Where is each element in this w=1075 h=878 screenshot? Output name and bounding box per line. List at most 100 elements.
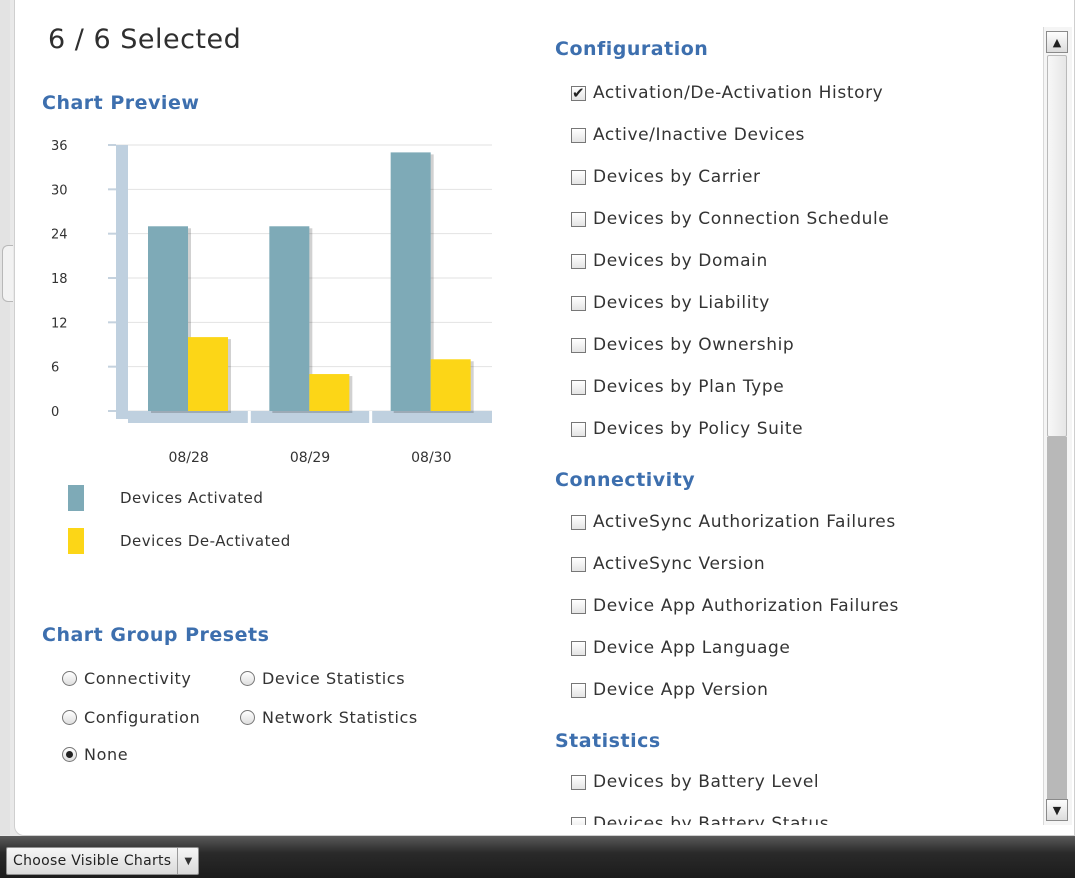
bar-devices-activated — [390, 152, 431, 411]
radio-circle — [62, 710, 77, 725]
y-tick-label: 12 — [51, 316, 68, 331]
preset-radio-configuration[interactable]: Configuration — [62, 708, 200, 727]
y-tick-label: 6 — [51, 361, 59, 376]
checkbox-label: Devices by Carrier — [593, 167, 761, 187]
checkbox — [571, 598, 586, 614]
chart-checkbox-list[interactable]: Configuration ✔ Activation/De-Activation… — [540, 30, 1040, 825]
choose-visible-charts-button[interactable]: Choose Visible Charts ▼ — [6, 847, 200, 875]
checkbox-label: Activation/De-Activation History — [593, 83, 884, 103]
checkbox — [571, 379, 586, 395]
radio-label: Device Statistics — [262, 669, 406, 688]
checkbox-devices-by-domain[interactable]: Devices by Domain — [571, 251, 768, 271]
collapse-handle[interactable] — [2, 245, 13, 302]
checkbox — [571, 253, 586, 269]
checkbox-device-app-version[interactable]: Device App Version — [571, 680, 768, 700]
checkbox-activation-history[interactable]: ✔ Activation/De-Activation History — [571, 83, 883, 103]
checkbox — [571, 169, 586, 185]
checkbox-devices-by-battery-level[interactable]: Devices by Battery Level — [571, 772, 819, 792]
bar-devices-deactivated — [430, 359, 471, 411]
scrollbar-track[interactable] — [1047, 437, 1067, 799]
group-heading-statistics: Statistics — [555, 730, 661, 752]
checkbox-activesync-version[interactable]: ActiveSync Version — [571, 554, 765, 574]
checkbox-checked: ✔ — [571, 83, 586, 102]
radio-circle — [240, 671, 255, 686]
checkbox-devices-by-plan-type[interactable]: Devices by Plan Type — [571, 377, 784, 397]
bar-devices-activated — [269, 226, 310, 411]
x-tick-label: 08/28 — [168, 450, 208, 466]
checkbox-label: Devices by Plan Type — [593, 377, 785, 397]
checkbox-devices-by-liability[interactable]: Devices by Liability — [571, 293, 770, 313]
checkbox-label: Devices by Battery Level — [593, 772, 820, 792]
scroll-up-button[interactable]: ▲ — [1046, 31, 1068, 53]
preset-radio-device-statistics[interactable]: Device Statistics — [240, 669, 405, 688]
checkbox-active-inactive-devices[interactable]: Active/Inactive Devices — [571, 125, 805, 145]
radio-label: None — [84, 745, 129, 764]
checkbox-devices-by-ownership[interactable]: Devices by Ownership — [571, 335, 794, 355]
checkbox-devices-by-policy-suite[interactable]: Devices by Policy Suite — [571, 419, 803, 439]
checkbox-label: Devices by Battery Status — [593, 814, 830, 825]
checkbox — [571, 556, 586, 572]
radio-label: Configuration — [84, 708, 201, 727]
checkbox — [571, 421, 586, 437]
checkbox — [571, 682, 586, 698]
y-tick-label: 18 — [51, 272, 68, 287]
preset-radio-none[interactable]: None — [62, 745, 128, 764]
group-heading-connectivity: Connectivity — [555, 469, 696, 491]
radio-circle — [62, 671, 77, 686]
radio-label: Network Statistics — [262, 708, 418, 727]
checkbox — [571, 514, 586, 530]
chart-preview-heading: Chart Preview — [42, 92, 200, 114]
bar-devices-activated — [148, 226, 188, 411]
checkbox-label: Device App Language — [593, 638, 791, 658]
bar-devices-deactivated — [188, 337, 228, 411]
y-tick-label: 30 — [51, 183, 68, 198]
checkbox-label: Devices by Ownership — [593, 335, 795, 355]
scrollbar-thumb[interactable] — [1047, 55, 1067, 437]
chart-preview: 36 30 24 18 12 6 0 08/28 08/29 08/30 — [45, 135, 525, 475]
checkbox — [571, 640, 586, 656]
y-tick-label: 24 — [51, 228, 68, 243]
checkbox-devices-by-battery-status[interactable]: Devices by Battery Status — [571, 814, 829, 825]
bar-devices-deactivated — [309, 374, 350, 411]
scroll-down-button[interactable]: ▼ — [1046, 799, 1068, 821]
y-tick-label: 0 — [51, 405, 59, 420]
group-heading-configuration: Configuration — [555, 38, 709, 60]
checkbox — [571, 337, 586, 353]
legend-swatch — [68, 528, 84, 554]
chevron-down-icon: ▼ — [177, 848, 198, 874]
y-axis-3d — [116, 145, 128, 419]
checkbox-label: ActiveSync Authorization Failures — [593, 512, 896, 532]
legend-swatch — [68, 485, 84, 511]
triangle-down-icon: ▼ — [1052, 803, 1062, 817]
chart-preview-svg: 36 30 24 18 12 6 0 08/28 08/29 08/30 — [51, 139, 492, 466]
preset-radio-connectivity[interactable]: Connectivity — [62, 669, 191, 688]
x-tick-label: 08/30 — [411, 450, 451, 466]
y-tick-label: 36 — [51, 139, 68, 154]
checkbox-activesync-authorization-failures[interactable]: ActiveSync Authorization Failures — [571, 512, 896, 532]
checkbox-device-app-authorization-failures[interactable]: Device App Authorization Failures — [571, 596, 899, 616]
checkbox-label: Devices by Connection Schedule — [593, 209, 890, 229]
x-tick-label: 08/29 — [290, 450, 330, 466]
checkbox-label: Active/Inactive Devices — [593, 125, 805, 145]
checkbox — [571, 774, 586, 790]
checkbox-label: Device App Authorization Failures — [593, 596, 900, 616]
checkbox-label: Devices by Domain — [593, 251, 768, 271]
checkbox — [571, 211, 586, 227]
triangle-up-icon: ▲ — [1052, 35, 1062, 49]
legend-label: Devices De-Activated — [120, 532, 291, 550]
radio-circle — [240, 710, 255, 725]
checkbox-device-app-language[interactable]: Device App Language — [571, 638, 790, 658]
checkbox-devices-by-carrier[interactable]: Devices by Carrier — [571, 167, 761, 187]
list-scrollbar[interactable]: ▲ ▼ — [1043, 27, 1072, 825]
checkbox — [571, 295, 586, 311]
radio-circle-selected — [62, 747, 77, 762]
choose-visible-charts-label: Choose Visible Charts — [13, 853, 172, 869]
checkbox — [571, 816, 586, 825]
legend-label: Devices Activated — [120, 489, 264, 507]
preset-radio-network-statistics[interactable]: Network Statistics — [240, 708, 418, 727]
checkbox-label: Device App Version — [593, 680, 769, 700]
checkbox — [571, 127, 586, 143]
left-panel-edge — [0, 0, 10, 835]
checkbox-devices-by-connection-schedule[interactable]: Devices by Connection Schedule — [571, 209, 889, 229]
bottom-toolbar: Choose Visible Charts ▼ — [0, 836, 1075, 878]
